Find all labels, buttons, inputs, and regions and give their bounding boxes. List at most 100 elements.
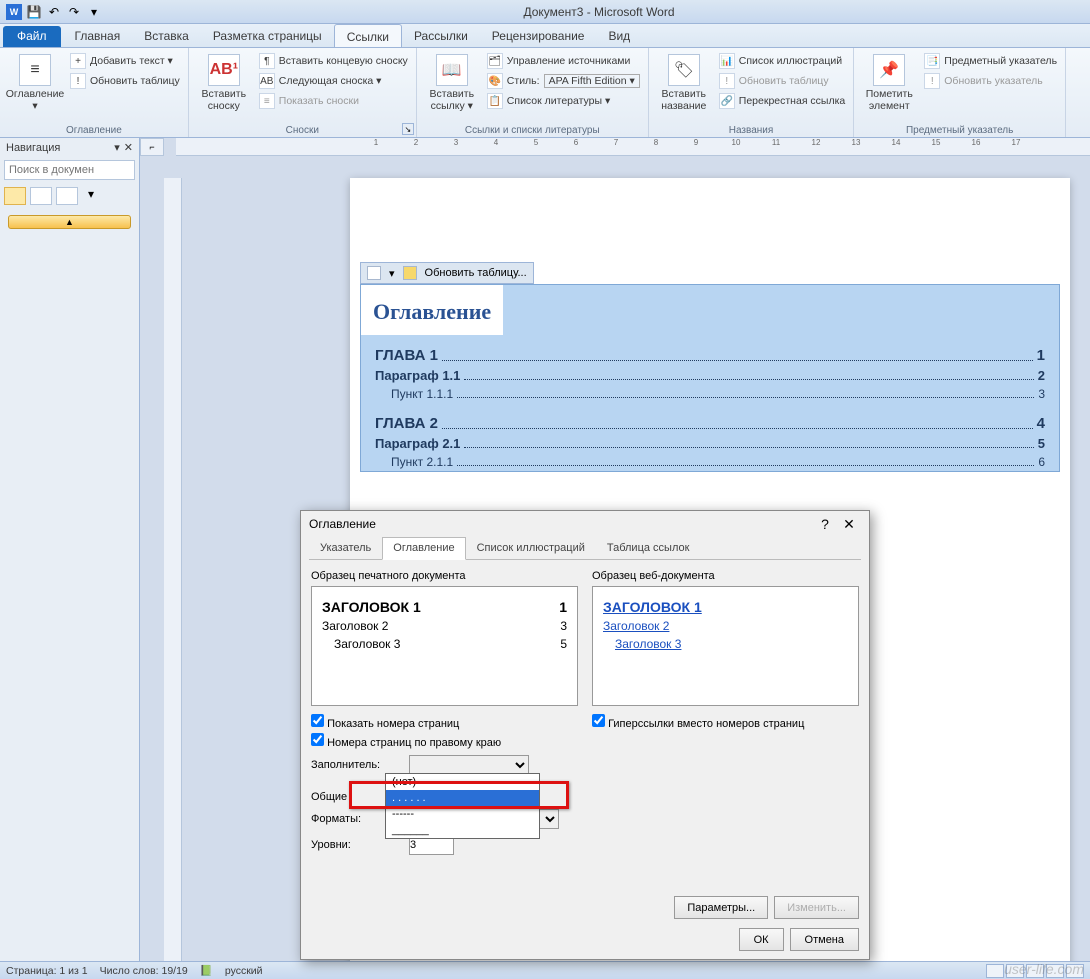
status-words[interactable]: Число слов: 19/19: [100, 965, 188, 977]
toc-entry[interactable]: Параграф 1.12: [361, 366, 1059, 385]
params-button[interactable]: Параметры...: [674, 896, 768, 919]
dtab-toc[interactable]: Оглавление: [382, 537, 465, 560]
nav-title: Навигация: [6, 142, 60, 154]
dialog-titlebar[interactable]: Оглавление ? ✕: [301, 511, 869, 537]
view-outline-icon[interactable]: [1046, 964, 1064, 978]
ok-button[interactable]: ОК: [739, 928, 784, 951]
refresh-icon: !: [924, 73, 940, 89]
chk-right-align[interactable]: Номера страниц по правому краю: [311, 733, 578, 749]
bibliography-button[interactable]: 📋Список литературы ▾: [485, 92, 642, 110]
insert-footnote-button[interactable]: AB¹Вставить сноску: [195, 50, 253, 137]
qat-more-icon[interactable]: ▾: [86, 4, 102, 20]
insert-index-button[interactable]: 📑Предметный указатель: [922, 52, 1059, 70]
tab-references[interactable]: Ссылки: [334, 24, 402, 47]
manage-sources-button[interactable]: 🗂Управление источниками: [485, 52, 642, 70]
search-input[interactable]: [4, 160, 135, 180]
view-buttons: [986, 964, 1084, 978]
update-table-button[interactable]: !Обновить таблицу: [68, 72, 182, 90]
group-label: Сноски: [189, 125, 416, 136]
view-draft-icon[interactable]: [1066, 964, 1084, 978]
tab-insert[interactable]: Вставка: [132, 24, 201, 47]
print-preview[interactable]: ЗАГОЛОВОК 11Заголовок 23Заголовок 35: [311, 586, 578, 706]
dialog-launcher-icon[interactable]: ↘: [402, 123, 414, 135]
next-footnote-button[interactable]: ABСледующая сноска ▾: [257, 72, 410, 90]
tab-review[interactable]: Рецензирование: [480, 24, 597, 47]
toc-entry[interactable]: Пункт 1.1.13: [361, 385, 1059, 403]
dtab-figures[interactable]: Список иллюстраций: [466, 537, 596, 559]
close-icon[interactable]: ✕: [837, 516, 861, 533]
style-value[interactable]: APA Fifth Edition ▾: [544, 74, 640, 88]
insert-endnote-button[interactable]: ¶Вставить концевую сноску: [257, 52, 410, 70]
toc-entry[interactable]: ГЛАВА 24: [361, 413, 1059, 434]
modify-button[interactable]: Изменить...: [774, 896, 859, 919]
citation-style-button[interactable]: 🎨Стиль: APA Fifth Edition ▾: [485, 72, 642, 90]
update-index-button[interactable]: !Обновить указатель: [922, 72, 1059, 90]
view-web-icon[interactable]: [1026, 964, 1044, 978]
toc-button[interactable]: ≡Оглавление▾: [6, 50, 64, 137]
nav-collapse-button[interactable]: ▲: [8, 215, 131, 229]
fill-option[interactable]: . . . . . .: [386, 790, 539, 806]
nav-tab-results[interactable]: [56, 187, 78, 205]
fill-dropdown-list[interactable]: (нет). . . . . .------______: [385, 773, 540, 839]
save-icon[interactable]: 💾: [26, 4, 42, 20]
group-label: Названия: [649, 125, 853, 136]
sources-icon: 🗂: [487, 53, 503, 69]
fill-option[interactable]: (нет): [386, 774, 539, 790]
status-page[interactable]: Страница: 1 из 1: [6, 965, 88, 977]
cancel-button[interactable]: Отмена: [790, 928, 859, 951]
table-figures-label: Список иллюстраций: [739, 55, 842, 67]
redo-icon[interactable]: ↷: [66, 4, 82, 20]
vertical-ruler[interactable]: [164, 178, 182, 961]
nav-dropdown-icon[interactable]: ▾: [114, 141, 120, 154]
fill-option[interactable]: ------: [386, 806, 539, 822]
chk-show-pages[interactable]: Показать номера страниц: [311, 714, 578, 730]
update-table-label: Обновить таблицу: [90, 75, 180, 87]
undo-icon[interactable]: ↶: [46, 4, 62, 20]
web-preview[interactable]: ЗАГОЛОВОК 1Заголовок 2Заголовок 3: [592, 586, 859, 706]
mark-entry-label: Пометить элемент: [860, 88, 918, 112]
ruler-toggle[interactable]: ⌐: [140, 138, 164, 156]
toc-update-label[interactable]: Обновить таблицу...: [425, 267, 527, 279]
nav-close-icon[interactable]: ✕: [124, 141, 133, 154]
table-figures-button[interactable]: 📊Список иллюстраций: [717, 52, 847, 70]
view-read-icon[interactable]: [1006, 964, 1024, 978]
mark-entry-button[interactable]: 📌Пометить элемент: [860, 50, 918, 137]
crossref-button[interactable]: 🔗Перекрестная ссылка: [717, 92, 847, 110]
help-icon[interactable]: ?: [813, 516, 837, 532]
nav-more-icon[interactable]: ▾: [88, 187, 94, 205]
toc-entry[interactable]: Параграф 2.15: [361, 434, 1059, 453]
update-table2-label: Обновить таблицу: [739, 75, 829, 87]
crossref-icon: 🔗: [719, 93, 735, 109]
group-label: Оглавление: [0, 125, 188, 136]
status-language[interactable]: русский: [225, 965, 263, 977]
toc-select-icon[interactable]: [367, 266, 381, 280]
horizontal-ruler[interactable]: 1234567891011121314151617: [176, 138, 1090, 156]
file-tab[interactable]: Файл: [3, 26, 61, 47]
nav-tab-pages[interactable]: [30, 187, 52, 205]
chk-hyperlinks[interactable]: Гиперссылки вместо номеров страниц: [592, 714, 859, 730]
proofing-icon[interactable]: 📗: [200, 964, 213, 977]
toc-update-icon[interactable]: [403, 266, 417, 280]
index-icon: 📑: [924, 53, 940, 69]
dtab-index[interactable]: Указатель: [309, 537, 382, 559]
tab-home[interactable]: Главная: [63, 24, 133, 47]
toc-entry[interactable]: ГЛАВА 11: [361, 345, 1059, 366]
update-table2-button[interactable]: !Обновить таблицу: [717, 72, 847, 90]
toc-dropdown-icon[interactable]: ▾: [389, 267, 395, 280]
dtab-authorities[interactable]: Таблица ссылок: [596, 537, 701, 559]
tab-pagelayout[interactable]: Разметка страницы: [201, 24, 334, 47]
fill-option[interactable]: ______: [386, 822, 539, 838]
toc-selection[interactable]: Оглавление ГЛАВА 11Параграф 1.12Пункт 1.…: [360, 284, 1060, 472]
insert-citation-button[interactable]: 📖Вставить ссылку ▾: [423, 50, 481, 137]
tab-mailings[interactable]: Рассылки: [402, 24, 480, 47]
fill-select[interactable]: [409, 755, 529, 775]
add-text-button[interactable]: +Добавить текст ▾: [68, 52, 182, 70]
tab-view[interactable]: Вид: [596, 24, 642, 47]
show-notes-button[interactable]: ≡Показать сноски: [257, 92, 410, 110]
toc-entry[interactable]: Пункт 2.1.16: [361, 453, 1059, 471]
view-print-icon[interactable]: [986, 964, 1004, 978]
insert-footnote-label: Вставить сноску: [195, 88, 253, 112]
web-preview-label: Образец веб-документа: [592, 570, 859, 582]
insert-caption-button[interactable]: 🏷Вставить название: [655, 50, 713, 137]
nav-tab-headings[interactable]: [4, 187, 26, 205]
